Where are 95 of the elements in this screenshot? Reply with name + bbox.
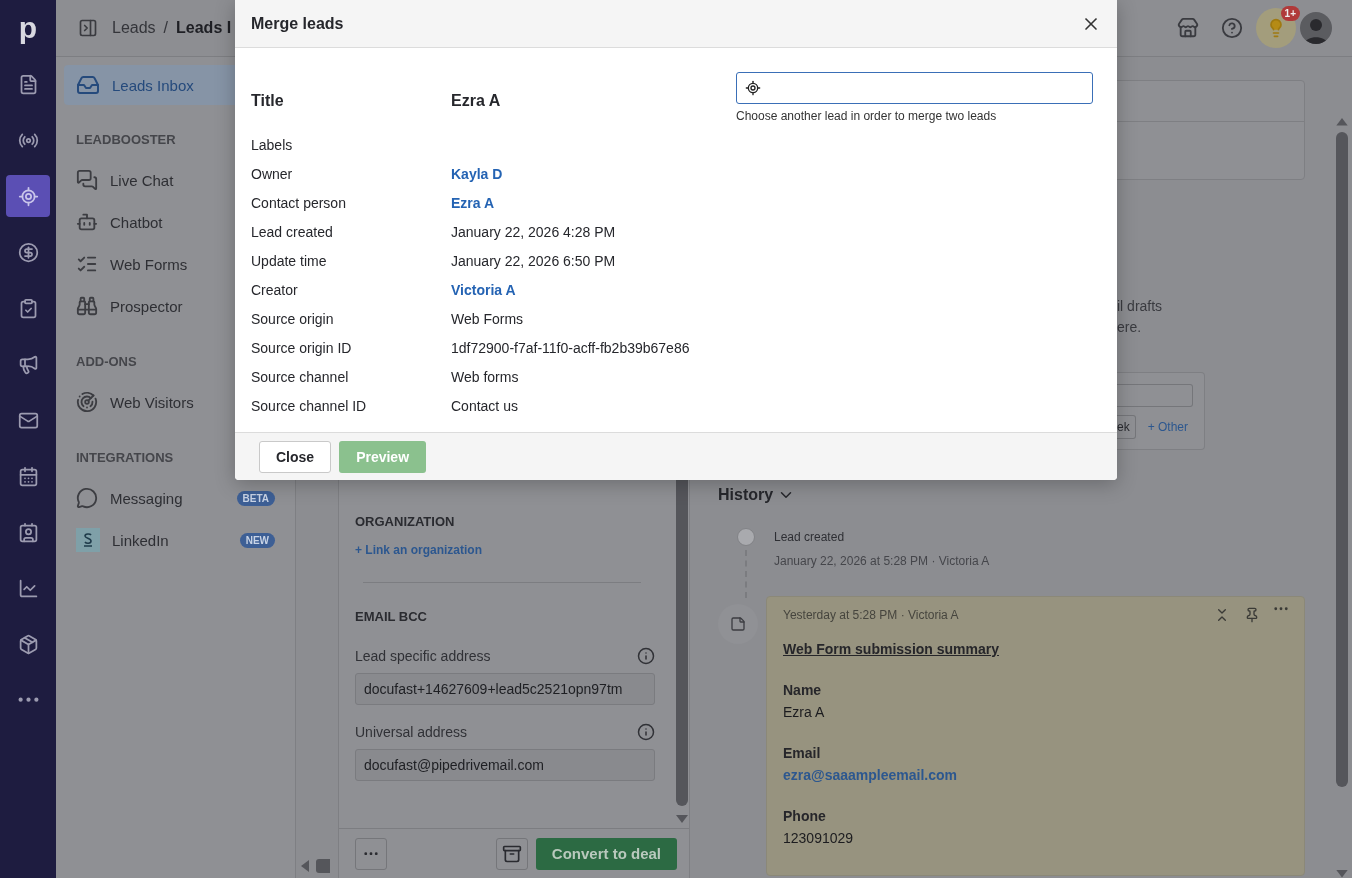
- chat-icon: [76, 169, 98, 191]
- sidebar-heading: INTEGRATIONS: [75, 448, 175, 467]
- row-label: Source origin ID: [251, 339, 353, 356]
- binoculars-icon: [76, 295, 98, 317]
- note-icon: [730, 616, 746, 632]
- row-value: January 22, 2026 4:28 PM: [451, 223, 616, 240]
- square-logo-icon: [76, 528, 100, 552]
- target-icon: [745, 80, 761, 96]
- field-label: Universal address: [355, 724, 468, 740]
- row-value: Contact us: [451, 397, 518, 414]
- note-field-label: Name: [783, 682, 823, 698]
- radar-icon: [76, 391, 98, 413]
- period-button[interactable]: ek: [1117, 415, 1136, 439]
- breadcrumb-item[interactable]: Leads: [112, 19, 156, 37]
- more-icon: [364, 851, 378, 856]
- breadcrumb-separator: /: [163, 19, 169, 37]
- breadcrumb-item[interactable]: Leads I: [176, 19, 232, 37]
- event-meta: January 22, 2026 at 5:28 PM · Victoria A: [774, 554, 990, 568]
- scroll-down-arrow[interactable]: [1334, 868, 1349, 878]
- row-label: Labels: [251, 136, 294, 153]
- row-value: Web Forms: [451, 310, 524, 327]
- contact-card-icon: [17, 521, 39, 543]
- note-field-value: 123091029: [783, 830, 855, 846]
- description-text: ere.: [1116, 318, 1143, 337]
- note-field-value: Ezra A: [783, 704, 826, 720]
- event-title: Lead created: [774, 530, 846, 544]
- sidebar-heading: ADD-ONS: [75, 352, 138, 371]
- history-title: History: [718, 486, 774, 504]
- description-text: il drafts: [1116, 297, 1164, 316]
- row-value: 1df72900-f7af-11f0-acff-fb2b39b67e86: [451, 339, 690, 356]
- chart-icon: [17, 577, 39, 599]
- row-value: January 22, 2026 6:50 PM: [451, 252, 616, 269]
- bot-icon: [76, 211, 98, 233]
- target-icon: [17, 185, 39, 207]
- more-icon: [17, 697, 39, 703]
- user-avatar[interactable]: [1300, 12, 1332, 44]
- notification-badge: 1+: [1280, 6, 1300, 21]
- sidebar-badge: NEW: [239, 532, 275, 548]
- address-field[interactable]: docufast@pipedrivemail.com: [355, 749, 655, 781]
- link-organization-link[interactable]: + Link an organization: [355, 543, 482, 557]
- row-label: Owner: [251, 165, 294, 182]
- row-value: Web forms: [451, 368, 519, 385]
- row-value: Ezra A: [451, 92, 501, 110]
- megaphone-icon: [17, 353, 39, 375]
- row-link[interactable]: Kayla D: [451, 165, 503, 182]
- row-label: Source channel ID: [251, 397, 368, 414]
- scroll-left-arrow[interactable]: [300, 859, 310, 873]
- info-icon[interactable]: [637, 723, 655, 741]
- scrollbar-thumb[interactable]: [1335, 132, 1348, 787]
- sidebar-item[interactable]: Messaging BETA: [64, 477, 287, 519]
- help-icon: [1221, 17, 1243, 39]
- other-link[interactable]: + Other: [1147, 420, 1189, 434]
- row-label: Source channel: [251, 368, 350, 385]
- row-link[interactable]: Victoria A: [451, 281, 516, 298]
- row-label: Contact person: [251, 194, 347, 211]
- note-heading: Web Form submission summary: [783, 641, 1000, 657]
- helper-text: Choose another lead in order to merge two leads: [736, 109, 998, 123]
- scroll-down-arrow[interactable]: [675, 814, 689, 824]
- archive-button[interactable]: [495, 837, 528, 870]
- sidebar-heading: LEADBOOSTER: [75, 130, 177, 149]
- more-icon[interactable]: [1274, 607, 1288, 611]
- scroll-up-arrow[interactable]: [1334, 117, 1349, 127]
- note-field-label: Phone: [783, 808, 827, 824]
- scrollbar-thumb[interactable]: [316, 859, 330, 873]
- row-label: Lead created: [251, 223, 334, 240]
- row-label: Source origin: [251, 310, 335, 327]
- pin-icon[interactable]: [1244, 607, 1260, 623]
- sidebar-badge: BETA: [236, 490, 275, 506]
- inbox-icon: [76, 73, 100, 97]
- field-label: Lead specific address: [355, 648, 491, 664]
- dialog-title: Merge leads: [251, 14, 344, 33]
- lead-search-field[interactable]: [736, 72, 1093, 104]
- timeline-dot: [737, 528, 755, 546]
- section-heading: ORGANIZATION: [355, 514, 456, 529]
- package-icon: [17, 633, 39, 655]
- collapse-sidebar-icon[interactable]: [78, 18, 98, 38]
- note-field-label: Email: [783, 745, 822, 761]
- row-label: Creator: [251, 281, 299, 298]
- row-link[interactable]: Ezra A: [451, 194, 495, 211]
- sidebar-item[interactable]: LinkedIn NEW: [64, 519, 287, 561]
- row-label: Update time: [251, 252, 328, 269]
- note-meta: Yesterday at 5:28 PM · Victoria A: [783, 608, 959, 622]
- message-icon: [76, 487, 98, 509]
- close-dialog-button[interactable]: Close: [259, 440, 332, 473]
- archive-icon: [501, 843, 522, 864]
- convert-to-deal-button[interactable]: Convert to deal: [535, 837, 677, 870]
- calendar-icon: [17, 465, 39, 487]
- section-heading: EMAIL BCC: [355, 609, 428, 624]
- nav-rail-item[interactable]: [6, 175, 50, 217]
- address-field[interactable]: docufast+14627609+lead5c2521opn97tm: [355, 673, 655, 705]
- dollar-icon: [17, 241, 39, 263]
- store-icon: [1177, 17, 1199, 39]
- email-link[interactable]: ezra@saaampleemail.com: [783, 767, 1288, 783]
- info-icon[interactable]: [637, 647, 655, 665]
- app-logo[interactable]: p: [18, 0, 38, 56]
